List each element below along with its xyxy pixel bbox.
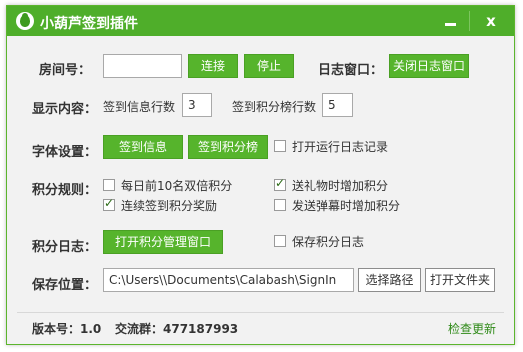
font-sign-info-button[interactable]: 签到信息 — [103, 135, 183, 159]
rule-checkbox-double-points[interactable] — [103, 179, 115, 191]
rules-label: 积分规则： — [32, 183, 98, 198]
check-update-link[interactable]: 检查更新 — [448, 320, 496, 337]
run-log-label: 打开运行日志记录 — [292, 140, 389, 154]
display-label: 显示内容： — [32, 102, 98, 117]
checkmark-icon: ✓ — [104, 196, 115, 210]
footer-divider — [17, 312, 504, 313]
points-rows-input[interactable]: 5 — [322, 93, 353, 117]
save-points-log-checkbox[interactable] — [274, 235, 286, 247]
sign-rows-label: 签到信息行数 — [103, 100, 176, 114]
connect-button[interactable]: 连接 — [188, 54, 238, 78]
minimize-icon — [445, 23, 456, 26]
plugin-window: 小葫芦签到插件 x 房间号： 连接 停止 日志窗口： 关闭日志窗口 显示内容： … — [6, 5, 515, 345]
window-title: 小葫芦签到插件 — [40, 16, 138, 32]
rule-label-danmaku-points: 发送弹幕时增加积分 — [292, 199, 401, 213]
group-text: 交流群：477187993 — [115, 322, 239, 336]
save-location-label: 保存位置： — [32, 278, 98, 293]
browse-path-button[interactable]: 选择路径 — [358, 268, 421, 292]
log-window-label: 日志窗口： — [318, 63, 384, 78]
rule-checkbox-streak-bonus[interactable]: ✓ — [103, 196, 115, 211]
save-points-log-label: 保存积分日志 — [292, 235, 365, 249]
open-folder-button[interactable]: 打开文件夹 — [425, 268, 495, 292]
points-log-label: 积分日志： — [32, 240, 98, 255]
run-log-checkbox[interactable] — [274, 140, 286, 152]
font-points-board-button[interactable]: 签到积分榜 — [188, 135, 268, 159]
gourd-app-icon — [16, 12, 34, 30]
room-number-input[interactable] — [103, 54, 182, 78]
font-label: 字体设置： — [32, 145, 98, 160]
points-rows-label: 签到积分榜行数 — [232, 100, 317, 114]
version-text: 版本号：1.0 — [32, 322, 102, 336]
minimize-button[interactable] — [439, 9, 463, 33]
rule-checkbox-gift-points[interactable]: ✓ — [274, 176, 286, 191]
stop-button[interactable]: 停止 — [244, 54, 294, 78]
title-bar[interactable]: 小葫芦签到插件 x — [7, 6, 514, 36]
gourd-icon-body — [20, 15, 30, 27]
save-path-input[interactable]: C:\Users\\Documents\Calabash\SignIn — [103, 268, 354, 292]
open-points-manager-button[interactable]: 打开积分管理窗口 — [103, 230, 223, 254]
rule-label-gift-points: 送礼物时增加积分 — [292, 179, 389, 193]
rule-checkbox-danmaku-points[interactable] — [274, 199, 286, 211]
room-label: 房间号： — [39, 63, 92, 78]
sign-rows-input[interactable]: 3 — [182, 93, 212, 117]
rule-label-streak-bonus: 连续签到积分奖励 — [121, 199, 218, 213]
checkmark-icon: ✓ — [275, 176, 286, 190]
close-log-window-button[interactable]: 关闭日志窗口 — [389, 54, 469, 78]
close-button[interactable]: x — [479, 9, 503, 33]
titlebar-divider — [469, 11, 470, 31]
rule-label-double-points: 每日前10名双倍积分 — [121, 179, 233, 193]
